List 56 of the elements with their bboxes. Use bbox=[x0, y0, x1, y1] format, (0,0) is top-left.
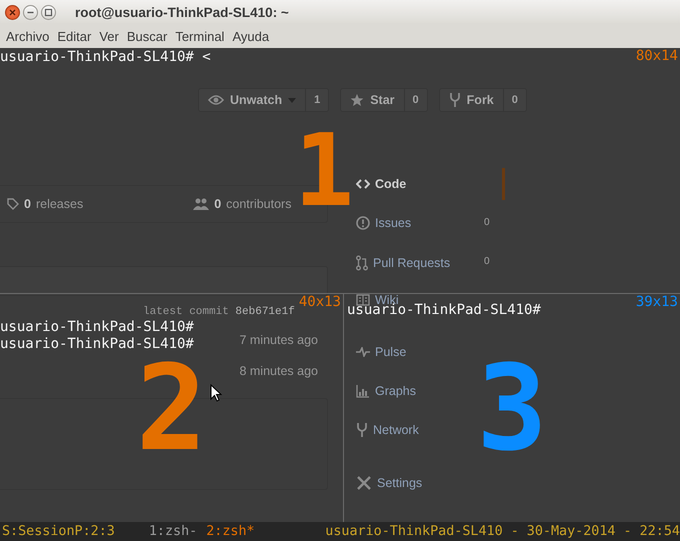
pane-number: 1 bbox=[294, 120, 354, 220]
selected-indicator bbox=[502, 168, 505, 200]
pane-size-label: 40x13 bbox=[298, 294, 341, 311]
minimize-button[interactable] bbox=[23, 4, 38, 20]
commit-time: 8 minutes ago bbox=[239, 364, 318, 378]
window-title: root@usuario-ThinkPad-SL410: ~ bbox=[75, 4, 289, 20]
bar-graph-icon bbox=[356, 384, 370, 398]
count-label: 1 bbox=[305, 89, 328, 111]
window-tab[interactable]: 2:zsh* bbox=[206, 524, 255, 539]
code-icon bbox=[356, 179, 370, 189]
pulse-icon bbox=[356, 347, 370, 357]
releases-link[interactable]: 0 releases bbox=[7, 197, 84, 211]
count-label: 0 bbox=[484, 217, 490, 228]
watch-button[interactable]: Unwatch bbox=[199, 89, 306, 111]
menu-item[interactable]: Ayuda bbox=[228, 28, 274, 44]
eye-icon bbox=[208, 94, 224, 106]
commit-time: 7 minutes ago bbox=[239, 333, 318, 347]
shell-prompt: usuario-ThinkPad-SL410# bbox=[0, 319, 194, 336]
contributors-link[interactable]: 0 contributors bbox=[193, 197, 292, 211]
pane-size-label: 39x13 bbox=[636, 294, 678, 311]
count-label: 0 bbox=[484, 256, 490, 267]
pane-size-label: 80x14 bbox=[636, 48, 678, 65]
fork-icon bbox=[448, 92, 461, 108]
menu-item[interactable]: Buscar bbox=[122, 28, 172, 44]
shell-prompt: usuario-ThinkPad-SL410# bbox=[347, 302, 541, 319]
count-label: 0 bbox=[502, 89, 526, 111]
window-tab[interactable]: 1:zsh- bbox=[148, 524, 198, 539]
pane-number: 3 bbox=[476, 349, 548, 467]
star-icon bbox=[350, 93, 364, 107]
network-icon bbox=[356, 422, 368, 438]
shell-prompt: usuario-ThinkPad-SL410# < bbox=[0, 49, 211, 66]
menu-item[interactable]: Terminal bbox=[171, 28, 228, 44]
tag-icon bbox=[7, 198, 19, 210]
nav-item[interactable]: Settings bbox=[356, 475, 422, 491]
nav-item[interactable]: Issues bbox=[356, 216, 412, 230]
mouse-cursor-icon bbox=[210, 384, 222, 402]
star-button[interactable]: Star bbox=[341, 89, 404, 111]
nav-item[interactable]: Network bbox=[356, 422, 419, 438]
alert-circle-icon bbox=[356, 216, 370, 230]
latest-commit-text: latest commit 8eb671e1f bbox=[143, 306, 295, 318]
menu-item[interactable]: Editar bbox=[53, 28, 96, 44]
close-button[interactable] bbox=[5, 4, 20, 20]
maximize-button[interactable] bbox=[41, 4, 56, 20]
nav-item[interactable]: Graphs bbox=[356, 384, 416, 398]
nav-item[interactable]: Pulse bbox=[356, 345, 406, 359]
nav-item[interactable]: Code bbox=[356, 177, 406, 191]
host-date-time: usuario-ThinkPad-SL410 - 30-May-2014 - 22:54 bbox=[325, 524, 680, 539]
menu-item[interactable]: Archivo bbox=[2, 28, 54, 44]
pull-request-icon bbox=[356, 255, 368, 271]
caret-icon bbox=[288, 98, 296, 102]
menu-item[interactable]: Ver bbox=[95, 28, 123, 44]
session-name: S:SessionP:2:3 bbox=[2, 524, 115, 539]
fork-button[interactable]: Fork bbox=[440, 89, 503, 111]
people-icon bbox=[193, 197, 210, 211]
count-label: 0 bbox=[404, 89, 427, 111]
nav-item[interactable]: Pull Requests bbox=[356, 255, 450, 271]
